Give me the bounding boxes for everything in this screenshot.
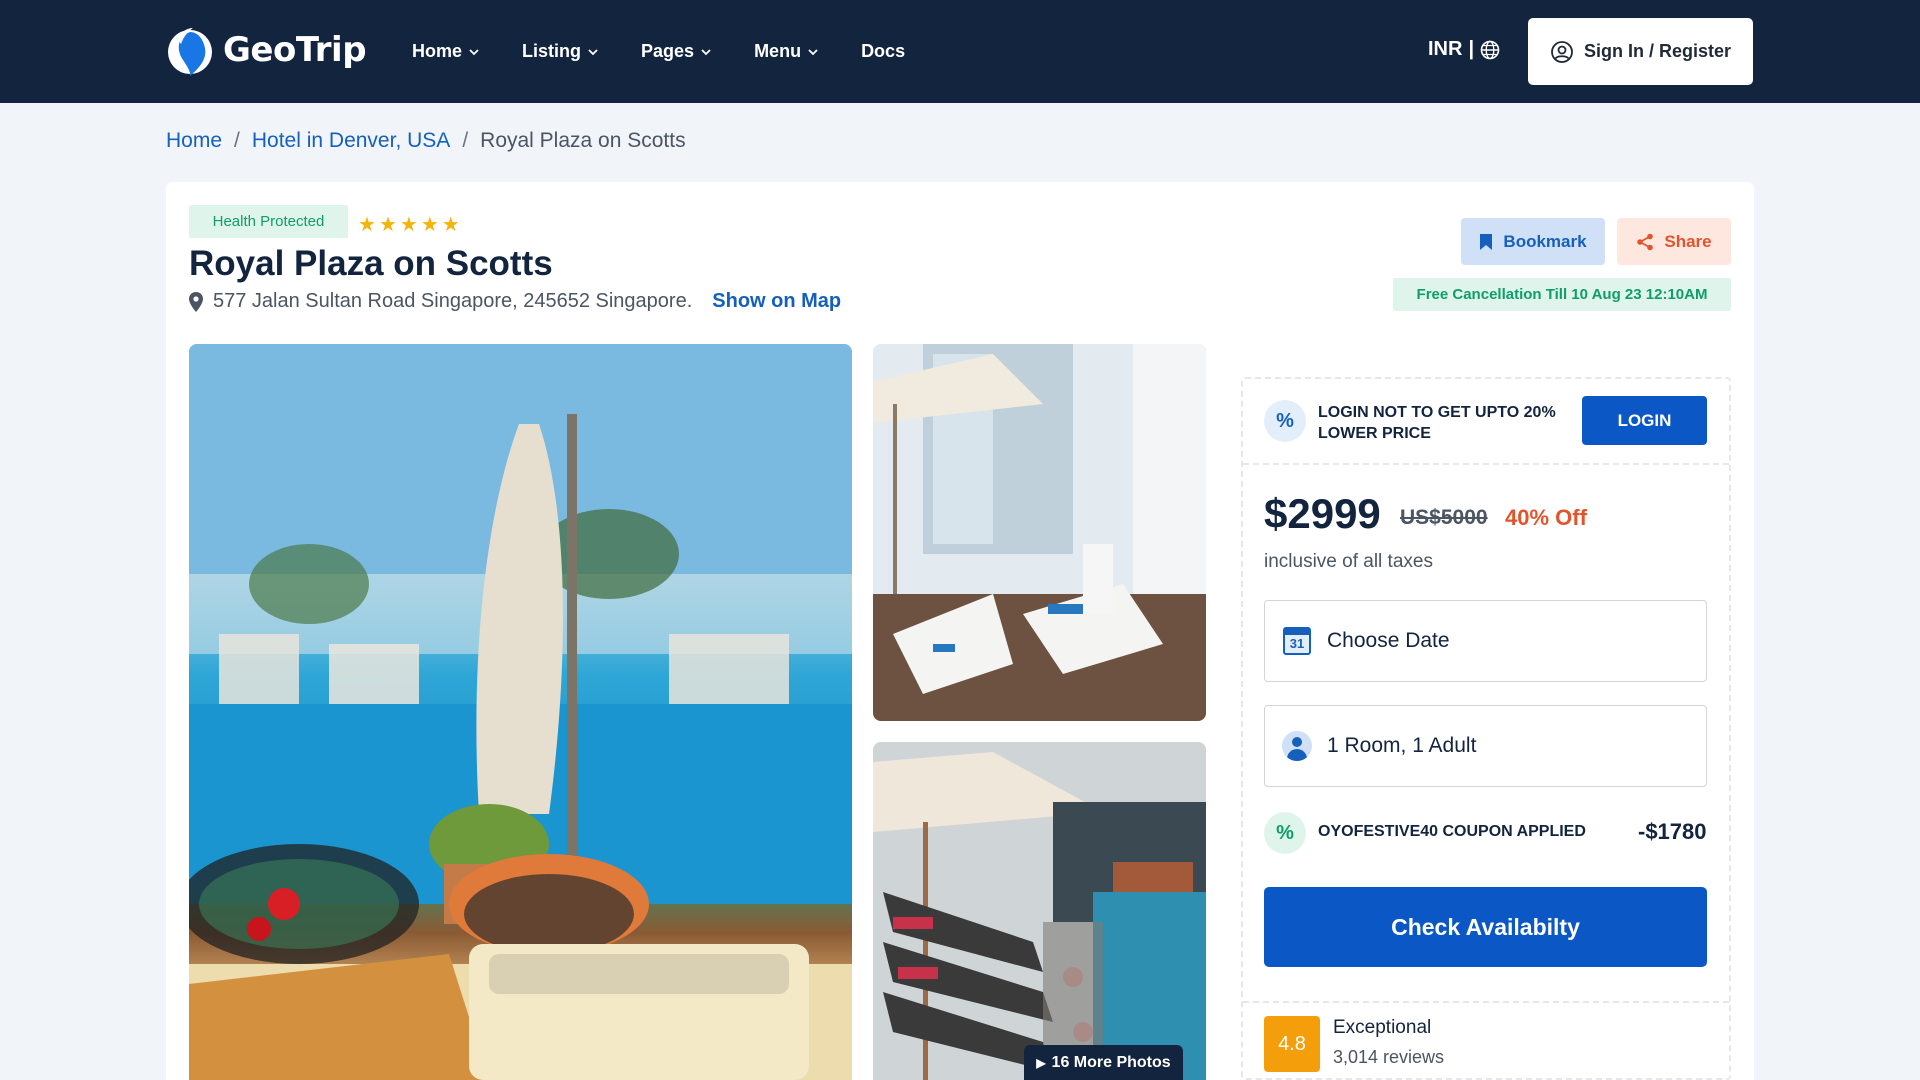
logo-globe-icon — [165, 22, 215, 78]
discount-label: 40% Off — [1505, 505, 1587, 530]
room-guests-field[interactable]: 1 Room, 1 Adult — [1264, 705, 1707, 787]
room-guests-label: 1 Room, 1 Adult — [1327, 734, 1477, 757]
star-icon: ★ — [358, 212, 376, 236]
secondary-hotel-photo-top[interactable] — [873, 344, 1206, 721]
star-rating: ★ ★ ★ ★ ★ — [358, 212, 463, 236]
hotel-address: 577 Jalan Sultan Road Singapore, 245652 … — [213, 290, 693, 312]
user-icon — [1281, 730, 1313, 762]
current-price: $2999 — [1264, 490, 1381, 537]
breadcrumb-separator: / — [462, 129, 469, 152]
coupon-percent-icon: % — [1264, 812, 1306, 854]
share-label: Share — [1664, 231, 1712, 251]
rating-review-count[interactable]: 3,014 reviews — [1333, 1047, 1444, 1068]
rating-label: Exceptional — [1333, 1017, 1432, 1038]
check-availability-button[interactable]: Check Availabilty — [1264, 887, 1707, 967]
breadcrumb-parent-link[interactable]: Hotel in Denver, USA — [252, 129, 450, 153]
nav-item-docs[interactable]: Docs — [861, 41, 905, 62]
chevron-down-icon — [808, 48, 818, 55]
star-icon: ★ — [399, 212, 418, 236]
breadcrumb-separator: / — [234, 129, 240, 152]
share-button[interactable]: Share — [1617, 218, 1731, 265]
sign-in-register-button[interactable]: Sign In / Register — [1528, 18, 1753, 85]
choose-date-label: Choose Date — [1327, 629, 1450, 652]
globe-icon — [1480, 40, 1500, 59]
original-price: US$5000 — [1400, 506, 1488, 529]
nav-item-label: Docs — [861, 41, 906, 61]
bookmark-icon — [1480, 233, 1493, 250]
nav-item-menu[interactable]: Menu — [754, 41, 819, 62]
user-circle-icon — [1551, 40, 1573, 63]
show-on-map-link[interactable]: Show on Map — [712, 290, 841, 313]
login-button[interactable]: LOGIN — [1582, 396, 1707, 445]
logo-text: GeoTrip — [223, 30, 367, 70]
secondary-hotel-photo-bottom[interactable] — [873, 742, 1206, 1080]
sign-in-label: Sign In / Register — [1583, 41, 1732, 61]
top-navbar: GeoTrip Home Listing Pages Menu Docs INR… — [0, 0, 1920, 103]
nav-item-label: Pages — [641, 41, 695, 61]
main-hotel-photo[interactable] — [189, 344, 852, 1080]
poolside-loungers-illustration — [873, 742, 1206, 1080]
breadcrumb-current: Royal Plaza on Scotts — [480, 129, 686, 152]
chevron-down-icon — [469, 48, 479, 55]
currency-selector[interactable]: INR | — [1428, 38, 1500, 61]
main-nav: Home Listing Pages Menu Docs — [412, 0, 947, 103]
nav-item-listing[interactable]: Listing — [522, 41, 599, 62]
site-logo[interactable]: GeoTrip — [165, 22, 367, 78]
hotel-address-row: 577 Jalan Sultan Road Singapore, 245652 … — [189, 290, 841, 313]
currency-separator: | — [1468, 38, 1475, 60]
map-pin-icon — [189, 291, 203, 312]
calendar-icon-number: 31 — [1289, 636, 1305, 651]
coupon-applied-text: OYOFESTIVE40 COUPON APPLIED — [1318, 823, 1586, 840]
coupon-amount: -$1780 — [1638, 819, 1707, 844]
booking-divider — [1243, 1001, 1729, 1003]
percent-icon: % — [1264, 400, 1306, 442]
rating-score-badge: 4.8 — [1264, 1016, 1320, 1072]
currency-code: INR — [1428, 38, 1463, 60]
free-cancellation-badge: Free Cancellation Till 10 Aug 23 12:10AM — [1393, 278, 1731, 311]
choose-date-field[interactable]: 31 Choose Date — [1264, 600, 1707, 682]
bookmark-label: Bookmark — [1503, 231, 1587, 251]
breadcrumb-home-link[interactable]: Home — [166, 129, 222, 153]
star-icon: ★ — [441, 212, 460, 236]
lounge-chairs-illustration — [873, 344, 1206, 721]
booking-divider — [1243, 463, 1729, 465]
more-photos-label: 16 More Photos — [1051, 1053, 1171, 1071]
chevron-down-icon — [701, 48, 711, 55]
login-promo-text: LOGIN NOT TO GET UPTO 20% LOWER PRICE — [1318, 404, 1556, 442]
nav-item-home[interactable]: Home — [412, 41, 480, 62]
chevron-down-icon — [588, 48, 598, 55]
star-icon: ★ — [378, 212, 397, 236]
calendar-icon: 31 — [1281, 625, 1313, 657]
share-icon — [1637, 233, 1654, 250]
nav-item-label: Menu — [754, 41, 802, 61]
tax-note: inclusive of all taxes — [1264, 551, 1433, 572]
nav-item-label: Listing — [522, 41, 582, 61]
health-protected-badge: Health Protected — [189, 205, 348, 238]
nav-item-label: Home — [412, 41, 463, 61]
hotel-title: Royal Plaza on Scotts — [189, 244, 553, 283]
more-photos-button[interactable]: ▶ 16 More Photos — [1024, 1045, 1183, 1080]
pool-umbrella-illustration — [189, 344, 852, 1080]
nav-item-pages[interactable]: Pages — [641, 41, 712, 62]
breadcrumb: Home / Hotel in Denver, USA / Royal Plaz… — [166, 129, 686, 153]
star-icon: ★ — [420, 212, 439, 236]
play-triangle-icon: ▶ — [1036, 1055, 1046, 1070]
bookmark-button[interactable]: Bookmark — [1461, 218, 1605, 265]
